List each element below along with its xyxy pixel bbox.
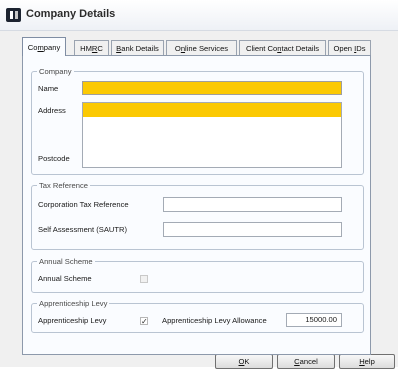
app-icon	[6, 8, 21, 22]
company-group: Company Name Address Postcode	[31, 66, 364, 175]
address-field[interactable]	[82, 102, 342, 168]
company-tab-panel: Company Name Address Postcode Tax Refere…	[22, 55, 371, 355]
corporation-tax-reference-field[interactable]	[163, 197, 342, 212]
tab-online-services[interactable]: Online Services	[166, 40, 237, 55]
tab-label: ank Details	[121, 44, 159, 53]
annual-scheme-legend: Annual Scheme	[37, 256, 95, 267]
apprenticeship-levy-group: Apprenticeship Levy Apprenticeship Levy …	[31, 298, 364, 333]
self-assessment-field[interactable]	[163, 222, 342, 237]
tab-label: Open	[333, 44, 355, 53]
title-bar[interactable]: Company Details	[0, 0, 398, 31]
tab-label: pany	[43, 43, 61, 52]
tab-open-ids[interactable]: Open IDs	[328, 40, 371, 55]
ok-label: K	[244, 357, 250, 366]
checkmark-icon: ✓	[141, 317, 148, 326]
cancel-label: ancel	[299, 357, 318, 366]
apprenticeship-levy-legend: Apprenticeship Levy	[37, 298, 110, 309]
annual-scheme-checkbox[interactable]	[140, 275, 148, 283]
company-group-legend: Company	[37, 66, 74, 77]
tab-label: HM	[80, 44, 92, 53]
tax-reference-group: Tax Reference Corporation Tax Reference …	[31, 180, 364, 250]
tab-label: tact Details	[281, 44, 320, 53]
apprenticeship-levy-allowance-field[interactable]: 15000.00	[286, 313, 342, 327]
address-label: Address	[38, 106, 66, 115]
tab-label: Co	[27, 43, 38, 52]
annual-scheme-group: Annual Scheme Annual Scheme	[31, 256, 364, 293]
tab-company[interactable]: Company	[22, 37, 66, 56]
window-title: Company Details	[26, 8, 116, 20]
address-required-highlight	[83, 103, 341, 117]
apprenticeship-levy-label: Apprenticeship Levy	[38, 316, 107, 325]
tab-label: C	[97, 44, 103, 53]
annual-scheme-label: Annual Scheme	[38, 274, 92, 283]
tab-label: Ds	[356, 44, 366, 53]
tab-label: line Services	[185, 44, 229, 53]
name-label: Name	[38, 84, 59, 93]
apprenticeship-levy-allowance-label: Apprenticeship Levy Allowance	[162, 316, 267, 325]
tab-bank-details[interactable]: Bank Details	[111, 40, 164, 55]
name-field[interactable]	[82, 81, 342, 95]
self-assessment-label: Self Assessment (SAUTR)	[38, 225, 128, 234]
tab-hmrc[interactable]: HMRC	[74, 40, 109, 55]
postcode-label: Postcode	[38, 154, 70, 163]
tab-client-contact-details[interactable]: Client Contact Details	[239, 40, 326, 55]
company-details-dialog: Company Details Company HMRC Bank Detail…	[0, 0, 398, 369]
tab-label: Client Co	[245, 44, 278, 53]
help-label: elp	[364, 357, 375, 366]
apprenticeship-levy-checkbox[interactable]: ✓	[140, 317, 148, 326]
tax-reference-legend: Tax Reference	[37, 180, 90, 191]
corporation-tax-reference-label: Corporation Tax Reference	[38, 200, 129, 209]
